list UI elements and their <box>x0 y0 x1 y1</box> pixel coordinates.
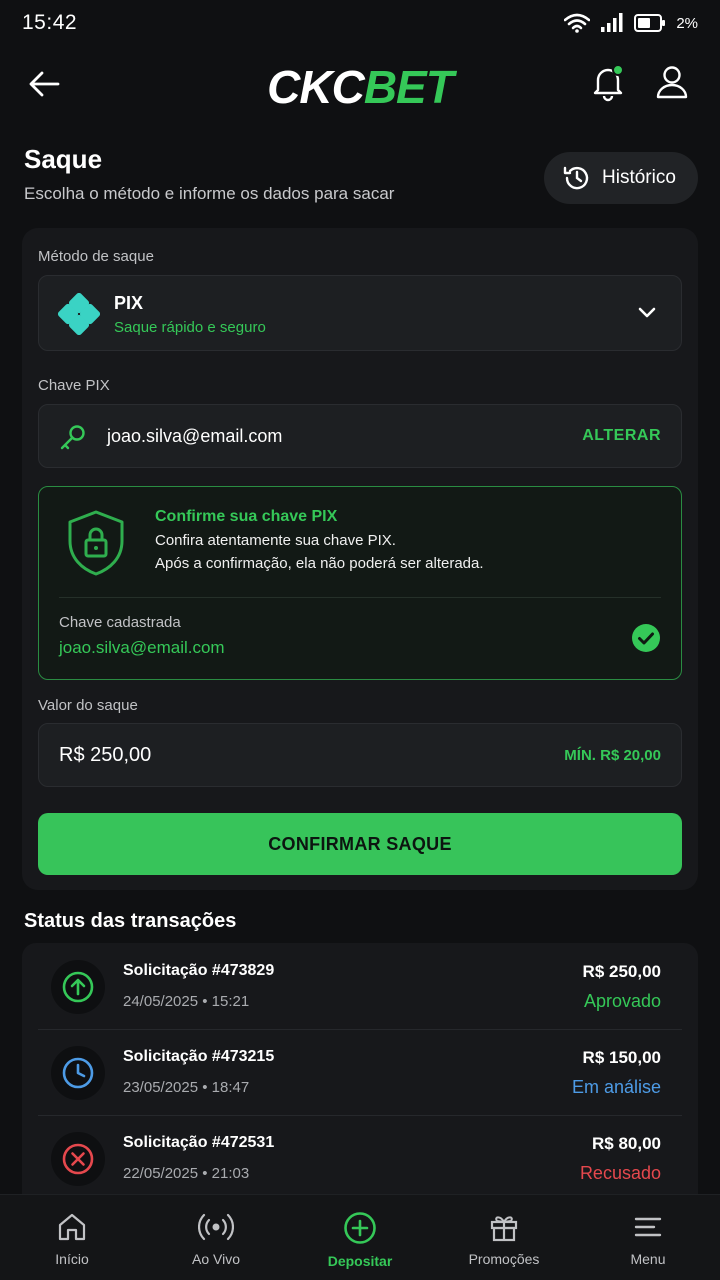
nav-label: Ao Vivo <box>192 1251 240 1267</box>
nav-label: Depositar <box>327 1253 393 1269</box>
transactions-title: Status das transações <box>24 910 237 932</box>
key-icon <box>60 425 85 450</box>
nav-item-menu[interactable]: Menu <box>576 1195 720 1280</box>
logo-right: BET <box>363 61 454 113</box>
wifi-icon <box>564 13 591 33</box>
confirm-divider <box>59 597 661 598</box>
method-select[interactable]: PIX Saque rápido e seguro <box>38 275 682 351</box>
user-icon <box>656 66 688 99</box>
top-nav: CKCBET <box>0 48 720 118</box>
amount-value: R$ 250,00 <box>59 744 152 766</box>
nav-label: Promoções <box>468 1251 540 1267</box>
transaction-icon <box>51 1132 105 1186</box>
transaction-status: Recusado <box>579 1163 661 1183</box>
registered-key-label: Chave cadastrada <box>59 614 181 631</box>
confirm-key-box: Confirme sua chave PIX Confira atentamen… <box>38 486 682 680</box>
nav-item-ao-vivo[interactable]: Ao Vivo <box>144 1195 288 1280</box>
live-icon <box>198 1213 234 1241</box>
pix-key-value: joao.silva@email.com <box>107 426 283 446</box>
pix-key-label: Chave PIX <box>38 377 110 394</box>
method-subtitle: Saque rápido e seguro <box>114 319 266 336</box>
transaction-icon <box>51 1046 105 1100</box>
withdraw-form-card: Método de saque PIX Saque rápido e segur… <box>22 228 698 890</box>
chevron-down-icon <box>638 307 656 318</box>
transaction-amount: R$ 80,00 <box>592 1134 661 1153</box>
bottom-nav: Início Ao Vivo Depositar Promoções Menu <box>0 1194 720 1280</box>
page-subtitle: Escolha o método e informe os dados para… <box>24 184 395 203</box>
transaction-title: Solicitação #472531 <box>123 1134 275 1151</box>
transaction-title: Solicitação #473829 <box>123 962 275 979</box>
method-label: Método de saque <box>38 248 154 265</box>
amount-min: MÍN. R$ 20,00 <box>564 747 661 764</box>
nav-item-inicio[interactable]: Início <box>0 1195 144 1280</box>
confirm-withdraw-button[interactable]: CONFIRMAR SAQUE <box>38 813 682 875</box>
battery-percent: 2% <box>676 14 698 32</box>
gift-icon <box>490 1216 518 1242</box>
nav-item-depositar[interactable]: Depositar <box>288 1195 432 1280</box>
transaction-date: 24/05/2025 • 15:21 <box>123 993 250 1010</box>
amount-label: Valor do saque <box>38 697 138 714</box>
transaction-icon <box>51 960 105 1014</box>
transaction-amount: R$ 150,00 <box>582 1048 661 1067</box>
shield-lock-icon <box>68 510 124 576</box>
history-icon <box>563 166 589 190</box>
transaction-amount: R$ 250,00 <box>582 962 661 981</box>
nav-item-promocoes[interactable]: Promoções <box>432 1195 576 1280</box>
pix-icon <box>58 293 100 335</box>
confirm-line-1: Confira atentamente sua chave PIX. <box>155 532 396 549</box>
battery-icon <box>634 14 666 32</box>
amount-input[interactable]: R$ 250,00 MÍN. R$ 20,00 <box>38 723 682 787</box>
registered-key-value: joao.silva@email.com <box>59 638 225 657</box>
profile-button[interactable] <box>652 62 692 102</box>
notifications-button[interactable] <box>588 62 628 102</box>
history-label: Histórico <box>602 167 676 188</box>
status-icons: 2% <box>564 13 698 33</box>
transaction-title: Solicitação #473215 <box>123 1048 275 1065</box>
transaction-row[interactable]: Solicitação #473829 24/05/2025 • 15:21 R… <box>38 943 682 1029</box>
page-title: Saque <box>24 144 103 174</box>
bell-icon <box>593 64 624 102</box>
menu-icon <box>634 1217 662 1237</box>
status-bar: 15:42 2% <box>0 0 720 46</box>
transaction-status: Em análise <box>571 1077 661 1097</box>
transaction-row[interactable]: Solicitação #472531 22/05/2025 • 21:03 R… <box>38 1115 682 1201</box>
x-circle-icon <box>62 1143 94 1175</box>
status-time: 15:42 <box>22 11 78 34</box>
confirm-line-2: Após a confirmação, ela não poderá ser a… <box>155 555 484 572</box>
change-key-button[interactable]: ALTERAR <box>582 427 661 445</box>
transaction-date: 23/05/2025 • 18:47 <box>123 1079 250 1096</box>
transaction-date: 22/05/2025 • 21:03 <box>123 1165 250 1182</box>
transaction-status: Aprovado <box>583 991 661 1011</box>
check-circle-icon <box>632 624 660 652</box>
pix-key-field[interactable]: joao.silva@email.com ALTERAR <box>38 404 682 468</box>
arrow-up-circle-icon <box>62 971 94 1003</box>
transactions-list: Solicitação #473829 24/05/2025 • 15:21 R… <box>22 943 698 1203</box>
nav-label: Início <box>55 1251 89 1267</box>
nav-label: Menu <box>630 1251 666 1267</box>
logo-left: CKC <box>267 61 365 113</box>
signal-icon <box>601 13 623 32</box>
home-icon <box>58 1213 86 1241</box>
history-button[interactable]: Histórico <box>544 152 698 204</box>
plus-circle-icon <box>344 1212 376 1244</box>
transaction-row[interactable]: Solicitação #473215 23/05/2025 • 18:47 R… <box>38 1029 682 1115</box>
clock-icon <box>62 1057 94 1089</box>
method-name: PIX <box>114 293 144 313</box>
confirm-title: Confirme sua chave PIX <box>155 508 338 525</box>
